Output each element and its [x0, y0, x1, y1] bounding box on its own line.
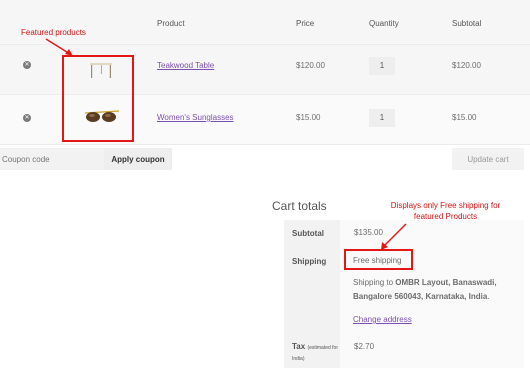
shipping-destination: Shipping to OMBR Layout, Banaswadi, Bang…: [353, 278, 497, 301]
tax-label: Tax (estimated for India): [292, 342, 340, 364]
cart-totals-title: Cart totals: [272, 199, 327, 213]
column-header-subtotal: Subtotal: [452, 19, 482, 28]
tax-value: $2.70: [354, 342, 375, 351]
quantity-input[interactable]: [369, 57, 395, 75]
remove-item-icon[interactable]: ✕: [23, 114, 31, 122]
coupon-code-input[interactable]: [0, 148, 104, 170]
item-subtotal: $120.00: [452, 61, 481, 70]
annotation-arrow-icon: [381, 223, 407, 250]
item-price: $120.00: [296, 61, 325, 70]
apply-coupon-button[interactable]: Apply coupon: [104, 148, 172, 170]
tax-label-text: Tax: [292, 342, 306, 351]
column-header-quantity: Quantity: [369, 19, 399, 28]
free-shipping-highlight-box: [344, 249, 413, 270]
shipping-label: Shipping: [292, 257, 327, 266]
product-link-womens-sunglasses[interactable]: Women's Sunglasses: [157, 113, 234, 122]
row-divider: [0, 144, 530, 145]
featured-products-highlight-box: [62, 55, 134, 142]
product-link-teakwood-table[interactable]: Teakwood Table: [157, 61, 214, 70]
item-price: $15.00: [296, 113, 321, 122]
column-header-price: Price: [296, 19, 315, 28]
shipping-annotation: Displays only Free shipping for featured…: [390, 201, 501, 221]
item-subtotal: $15.00: [452, 113, 477, 122]
quantity-input[interactable]: [369, 109, 395, 127]
shipping-to-prefix: Shipping to: [353, 278, 394, 287]
remove-item-icon[interactable]: ✕: [23, 61, 31, 69]
update-cart-button[interactable]: Update cart: [452, 148, 524, 170]
column-header-product: Product: [157, 19, 185, 28]
subtotal-label: Subtotal: [292, 229, 324, 238]
change-address-link[interactable]: Change address: [353, 315, 412, 324]
